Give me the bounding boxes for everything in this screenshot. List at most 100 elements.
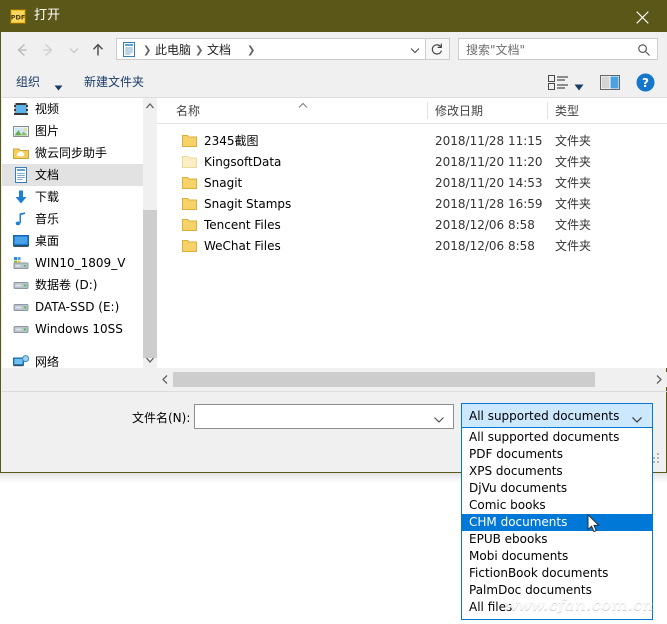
sidebar-item-label: 文档 [35,168,60,182]
dropdown-item-mobi[interactable]: Mobi documents [462,548,652,565]
column-header-row: 名称 修改日期 类型 [157,98,667,124]
dropdown-item-fictionbook[interactable]: FictionBook documents [462,565,652,582]
sidebar-scrollbar[interactable] [143,98,157,368]
table-row[interactable]: Snagit Stamps 2018/11/28 16:59 文件夹 [157,194,667,215]
sidebar-item-win10-drive[interactable]: WIN10_1809_V [2,252,143,274]
search-input[interactable]: 搜索"文档" [458,38,658,60]
up-one-level-button[interactable] [88,40,108,60]
table-row[interactable]: Snagit 2018/11/20 14:53 文件夹 [157,173,667,194]
address-bar[interactable]: ❯ 此电脑 ❯ 文档 ❯ [116,38,426,60]
help-icon[interactable]: ? [636,73,655,92]
table-row[interactable]: Tencent Files 2018/12/06 8:58 文件夹 [157,215,667,236]
caret-down-icon[interactable] [54,80,63,94]
dropdown-item-label: All supported documents [469,430,620,444]
forward-button[interactable] [38,40,58,60]
file-name: KingsoftData [204,155,282,169]
window-title: 打开 [34,8,61,23]
sidebar-item-drive-windows[interactable]: Windows 10SS [2,318,143,340]
table-row[interactable]: WeChat Files 2018/12/06 8:58 文件夹 [157,236,667,257]
sidebar-item-downloads[interactable]: 下载 [2,186,143,208]
sidebar-item-documents[interactable]: 文档 [2,164,143,186]
dropdown-item-label: EPUB ebooks [469,532,548,546]
file-modified: 2018/12/06 8:58 [435,218,535,232]
breadcrumb-documents[interactable]: 文档 [207,42,231,58]
dropdown-item-comic-books[interactable]: Comic books [462,497,652,514]
file-type: 文件夹 [555,218,592,232]
new-folder-button[interactable]: 新建文件夹 [84,74,144,90]
chevron-left-icon[interactable] [157,372,173,387]
dropdown-item-label: PDF documents [469,447,563,461]
chevron-down-icon [410,48,420,54]
file-type: 文件夹 [555,176,592,190]
column-divider[interactable] [427,102,428,119]
dropdown-item-label: XPS documents [469,464,563,478]
chevron-up-icon[interactable] [143,98,157,114]
back-button[interactable] [12,40,32,60]
title-bar[interactable]: PDF 打开 [1,1,666,32]
sidebar-item-videos[interactable]: 视频 [2,98,143,120]
file-list-horizontal-scrollbar[interactable] [157,372,667,387]
column-header-name[interactable]: 名称 [176,103,200,119]
caret-down-icon[interactable] [574,80,584,94]
dropdown-item-chm[interactable]: CHM documents [462,514,652,531]
sidebar-item-desktop[interactable]: 桌面 [2,230,143,252]
chevron-down-icon[interactable] [433,413,445,427]
sidebar-item-label: 音乐 [35,212,60,226]
dropdown-item-label: FictionBook documents [469,566,609,580]
file-type: 文件夹 [555,197,592,211]
sidebar-item-network[interactable]: 网络 [2,351,143,368]
dropdown-item-label: DjVu documents [469,481,568,495]
close-button[interactable] [620,1,666,32]
chevron-down-icon[interactable] [143,352,157,368]
breadcrumb-this-pc[interactable]: 此电脑 [155,42,191,58]
column-divider[interactable] [547,102,548,119]
breadcrumb-separator[interactable]: ❯ [247,43,255,59]
sidebar-scrollbar-thumb[interactable] [143,210,157,358]
dropdown-item-all-supported[interactable]: All supported documents [462,429,652,446]
disc-drive-icon [13,255,29,271]
sidebar-item-label: 下载 [35,190,60,204]
table-row[interactable]: KingsoftData 2018/11/20 11:20 文件夹 [157,152,667,173]
file-name: Tencent Files [204,218,281,232]
command-toolbar: 组织 新建文件夹 ? [2,67,667,98]
column-header-type[interactable]: 类型 [555,103,579,119]
file-name-label: 文件名(N): [132,411,191,425]
sidebar-item-weiyun[interactable]: 微云同步助手 [2,142,143,164]
sidebar-item-drive-d[interactable]: 数据卷 (D:) [2,274,143,296]
column-header-modified[interactable]: 修改日期 [435,103,483,119]
preview-pane-icon[interactable] [600,75,620,90]
dropdown-item-pdf[interactable]: PDF documents [462,446,652,463]
dropdown-item-djvu[interactable]: DjVu documents [462,480,652,497]
dropdown-item-xps[interactable]: XPS documents [462,463,652,480]
hard-drive-icon [13,277,29,293]
chevron-right-icon[interactable] [651,372,667,387]
file-modified: 2018/12/06 8:58 [435,239,535,253]
address-dropdown-button[interactable] [409,44,421,59]
chevron-down-icon[interactable] [631,413,643,427]
file-name: Snagit [204,176,243,190]
dropdown-item-epub[interactable]: EPUB ebooks [462,531,652,548]
sidebar-item-label: Windows 10SS [35,322,123,336]
horizontal-scrollbar-thumb[interactable] [173,372,595,387]
search-placeholder: 搜索"文档" [466,43,526,57]
mouse-pointer-icon [587,513,600,533]
sidebar-item-pictures[interactable]: 图片 [2,120,143,142]
recent-locations-button[interactable] [64,40,84,60]
navigation-pane: 视频 图片 微云同步助手 文档 下载 音乐 桌面 WIN10_1809_V 数据… [2,98,157,368]
table-row[interactable]: 2345截图 2018/11/28 11:15 文件夹 [157,131,667,152]
pictures-folder-icon [13,123,29,139]
view-options-icon[interactable] [548,75,570,90]
site-watermark: www.cfan.com.cn [505,596,654,614]
hard-drive-icon [13,321,29,337]
navigation-bar: ❯ 此电脑 ❯ 文档 ❯ 搜索"文档" [2,32,667,67]
music-icon [13,211,29,227]
file-name-input[interactable] [194,404,454,429]
hard-drive-icon [13,299,29,315]
refresh-button[interactable] [426,38,450,60]
file-modified: 2018/11/20 14:53 [435,176,543,190]
file-type-filter-combobox[interactable]: All supported documents [461,403,653,428]
sidebar-item-drive-e[interactable]: DATA-SSD (E:) [2,296,143,318]
organize-button[interactable]: 组织 [16,74,40,90]
sidebar-item-music[interactable]: 音乐 [2,208,143,230]
sidebar-item-label: 微云同步助手 [35,146,108,160]
